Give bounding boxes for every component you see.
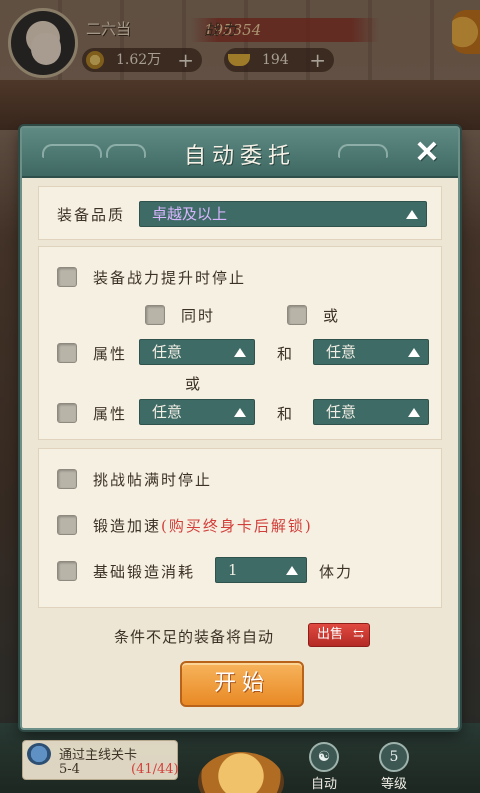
forge-speed-lock-note: (购买终身卡后解锁) (161, 517, 313, 535)
forge-speed-text: 锻造加速 (93, 517, 162, 535)
attr-2a-value: 任意 (152, 403, 183, 421)
auto-button[interactable]: ☯ 自动 (302, 742, 346, 792)
sell-button-label: 出售 (317, 627, 344, 642)
attr-1-checkbox[interactable] (57, 343, 77, 363)
triangle-up-icon (406, 210, 418, 219)
stop-on-ticket-full-checkbox[interactable] (57, 469, 77, 489)
close-icon[interactable]: ✕ (412, 138, 442, 168)
auto-sell-note: 条件不足的装备将自动 (114, 628, 275, 646)
triangle-up-icon (408, 408, 420, 417)
stamina-label: 体力 (319, 563, 354, 581)
dialog-header: 自动委托 ✕ (22, 128, 458, 178)
mission-title: 通过主线关卡 (59, 748, 138, 763)
quality-label: 装备品质 (57, 206, 126, 224)
triangle-up-icon (286, 566, 298, 575)
stop-on-power-up-checkbox[interactable] (57, 267, 77, 287)
start-button[interactable]: 开始 (180, 661, 304, 707)
attr-2b-select[interactable]: 任意 (313, 399, 429, 425)
base-forge-checkbox[interactable] (57, 561, 77, 581)
auto-commission-dialog: 自动委托 ✕ 装备品质 卓越及以上 装备战力提升时停止 同时 或 属性 任意 和… (20, 126, 460, 730)
attr-1a-value: 任意 (152, 343, 183, 361)
forge-speed-checkbox[interactable] (57, 515, 77, 535)
dialog-title: 自动委托 (183, 144, 296, 169)
attr-1b-value: 任意 (326, 343, 357, 361)
power-condition-panel: 装备战力提升时停止 同时 或 属性 任意 和 任意 或 属性 任意 和 任意 (38, 246, 442, 440)
base-forge-select[interactable]: 1 (215, 557, 307, 583)
mission-tracker[interactable]: 通过主线关卡 5-4 (41/44) (22, 740, 179, 780)
level-value: 5 (379, 742, 409, 772)
sell-button[interactable]: 出售 ⇆ (308, 623, 370, 647)
quality-select[interactable]: 卓越及以上 (139, 201, 427, 227)
level-button[interactable]: 5 等级 (372, 742, 416, 792)
attr-2-checkbox[interactable] (57, 403, 77, 423)
attr-1-label: 属性 (93, 345, 128, 363)
attr-1b-select[interactable]: 任意 (313, 339, 429, 365)
triangle-up-icon (234, 408, 246, 417)
base-forge-label: 基础锻造消耗 (93, 563, 196, 581)
mission-stage: 5-4 (59, 762, 80, 777)
swap-arrows-icon: ⇆ (353, 627, 364, 642)
attr-2-label: 属性 (93, 405, 128, 423)
and-word: 和 (277, 405, 295, 423)
and-word: 和 (277, 345, 295, 363)
stop-on-power-up-label: 装备战力提升时停止 (93, 269, 247, 287)
level-label: 等级 (380, 777, 407, 792)
mission-icon (27, 743, 51, 765)
attr-1a-select[interactable]: 任意 (139, 339, 255, 365)
forge-speed-label: 锻造加速(购买终身卡后解锁) (93, 515, 313, 536)
base-forge-value: 1 (228, 561, 238, 579)
quality-panel: 装备品质 卓越及以上 (38, 186, 442, 240)
triangle-up-icon (408, 348, 420, 357)
mission-progress: (41/44) (131, 762, 179, 777)
yin-yang-icon: ☯ (309, 742, 339, 772)
other-options-panel: 挑战帖满时停止 锻造加速(购买终身卡后解锁) 基础锻造消耗 1 体力 (38, 448, 442, 608)
attr-2b-value: 任意 (326, 403, 357, 421)
auto-label: 自动 (310, 777, 337, 792)
mode-or-checkbox[interactable] (287, 305, 307, 325)
mode-and-label: 同时 (181, 307, 216, 325)
mode-and-checkbox[interactable] (145, 305, 165, 325)
quality-select-value: 卓越及以上 (152, 205, 228, 223)
mode-or-label: 或 (323, 307, 341, 325)
attr-2a-select[interactable]: 任意 (139, 399, 255, 425)
stop-on-ticket-full-label: 挑战帖满时停止 (93, 471, 213, 489)
or-separator: 或 (185, 375, 203, 393)
triangle-up-icon (234, 348, 246, 357)
